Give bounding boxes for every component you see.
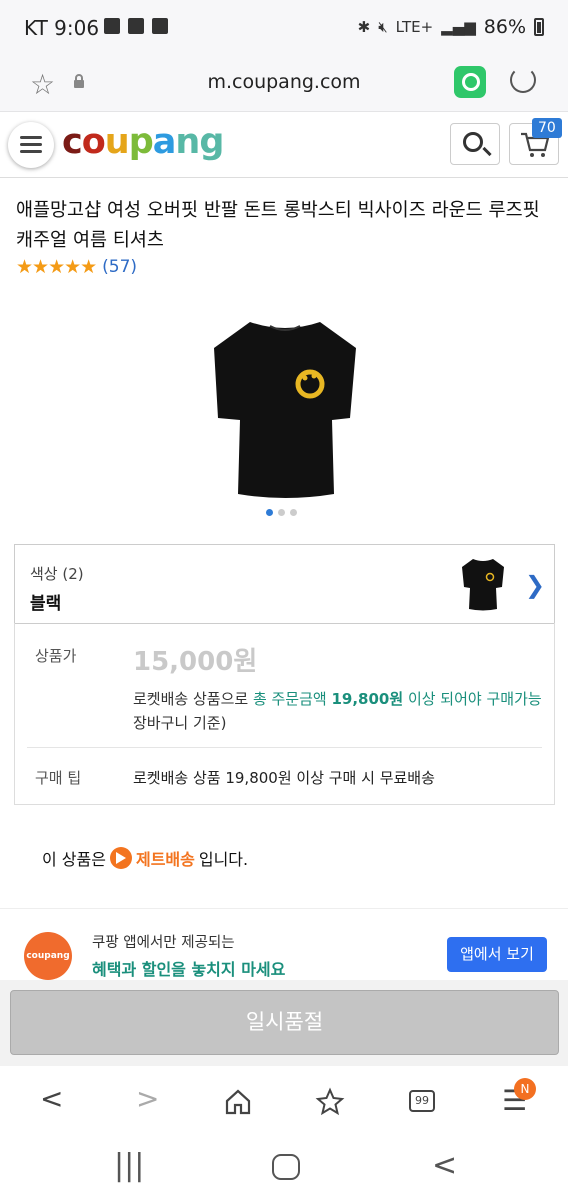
cart-count-badge: 70 xyxy=(532,118,562,138)
extension-icon[interactable] xyxy=(454,66,486,98)
network-label: LTE+ xyxy=(395,18,434,36)
app-promo-banner: coupang 쿠팡 앱에서만 제공되는 혜택과 할인을 놓치지 마세요 앱에서… xyxy=(0,910,568,980)
bluetooth-icon: ✱ xyxy=(357,18,371,36)
forward-icon[interactable]: > xyxy=(136,1082,159,1115)
price-value: 15,000원 xyxy=(133,647,258,677)
note-amount: 19,800원 xyxy=(331,690,404,708)
sold-out-button[interactable]: 일시품절 xyxy=(10,990,559,1055)
chevron-right-icon: ❯ xyxy=(525,571,546,599)
battery-label: 86% xyxy=(483,16,526,38)
divider xyxy=(0,908,568,909)
battery-icon xyxy=(534,18,544,36)
mute-icon: 🔇︎ xyxy=(378,18,388,36)
carrier-time: KT 9:06 xyxy=(24,16,100,40)
carousel-dot[interactable] xyxy=(278,509,285,516)
hamburger-line xyxy=(20,150,42,153)
hamburger-line xyxy=(20,143,42,146)
search-icon-handle xyxy=(482,146,492,157)
note-highlight: 총 주문금액 xyxy=(252,690,332,708)
hamburger-icon xyxy=(20,136,42,139)
carousel-dot[interactable] xyxy=(266,509,273,516)
rating-stars-icon: ★★★★★ xyxy=(16,256,97,278)
notification-badge: N xyxy=(514,1078,536,1100)
promo-line-1: 쿠팡 앱에서만 제공되는 xyxy=(92,935,235,951)
delivery-prefix: 이 상품은 xyxy=(42,850,106,869)
note-suffix: 장바구니 기준) xyxy=(133,714,227,732)
option-label: 색상 (2) xyxy=(30,565,84,583)
back-icon[interactable]: < xyxy=(40,1082,63,1115)
site-header: coupang xyxy=(0,112,568,178)
image-carousel-dots[interactable] xyxy=(266,509,297,516)
home-icon[interactable] xyxy=(224,1088,252,1116)
android-nav-bar: ||| < xyxy=(0,1140,568,1200)
search-button[interactable] xyxy=(450,123,500,165)
status-bar: KT 9:06 ✱ 🔇︎ LTE+ ▂▄▆ 86% xyxy=(0,0,568,58)
open-in-app-button[interactable]: 앱에서 보기 xyxy=(447,937,547,972)
price-info-box: 상품가 15,000원 로켓배송 상품으로 총 주문금액 19,800원 이상 … xyxy=(14,623,555,805)
system-indicators: ✱ 🔇︎ LTE+ ▂▄▆ 86% xyxy=(358,16,544,38)
purchase-bar: 일시품절 xyxy=(0,980,568,1066)
menu-button[interactable] xyxy=(8,122,54,168)
tip-text: 로켓배송 상품 19,800원 이상 구매 시 무료배송 xyxy=(133,769,435,787)
check-icon xyxy=(152,18,168,34)
jet-delivery-label: 제트배송 xyxy=(135,850,195,869)
reload-icon[interactable] xyxy=(510,67,536,93)
color-option-selector[interactable]: 색상 (2) 블랙 ❯ xyxy=(14,544,555,624)
product-title: 애플망고샵 여성 오버핏 반팔 돈트 롱박스티 빅사이즈 라운드 루즈핏 캐주얼… xyxy=(16,200,540,251)
review-count[interactable]: (57) xyxy=(102,257,137,277)
tip-label: 구매 팁 xyxy=(35,769,82,787)
signal-icon: ▂▄▆ xyxy=(441,18,476,36)
divider xyxy=(27,747,542,748)
recent-apps-icon[interactable]: ||| xyxy=(114,1148,144,1183)
product-rating[interactable]: ★★★★★ (57) xyxy=(16,256,137,278)
option-thumbnail xyxy=(462,559,504,611)
delivery-suffix: 입니다. xyxy=(198,850,249,869)
delivery-info: 이 상품은 제트배송 입니다. xyxy=(42,846,248,870)
app-icon xyxy=(128,18,144,34)
back-nav-icon[interactable]: < xyxy=(432,1148,457,1183)
bookmarks-star-icon[interactable] xyxy=(315,1087,345,1117)
note-prefix: 로켓배송 상품으로 xyxy=(133,690,253,708)
notification-icons xyxy=(104,18,168,34)
option-value: 블랙 xyxy=(30,594,62,614)
search-icon xyxy=(463,132,483,152)
home-nav-icon[interactable] xyxy=(272,1154,300,1180)
price-label: 상품가 xyxy=(35,647,77,665)
address-bar: ☆ m.coupang.com xyxy=(0,58,568,112)
browser-toolbar: < > 99 ☰ N xyxy=(0,1066,568,1140)
tabs-button[interactable]: 99 xyxy=(409,1090,435,1112)
coupang-badge-icon: coupang xyxy=(24,932,72,980)
gallery-icon xyxy=(104,18,120,34)
note-highlight-2: 이상 되어야 구매가능 xyxy=(403,690,542,708)
jet-delivery-icon xyxy=(109,847,132,869)
coupang-logo[interactable]: coupang xyxy=(62,122,224,162)
price-note: 로켓배송 상품으로 총 주문금액 19,800원 이상 되어야 구매가능 장바구… xyxy=(133,687,543,735)
promo-line-2: 혜택과 할인을 놓치지 마세요 xyxy=(92,960,286,979)
carousel-dot[interactable] xyxy=(290,509,297,516)
product-image[interactable] xyxy=(210,318,360,500)
